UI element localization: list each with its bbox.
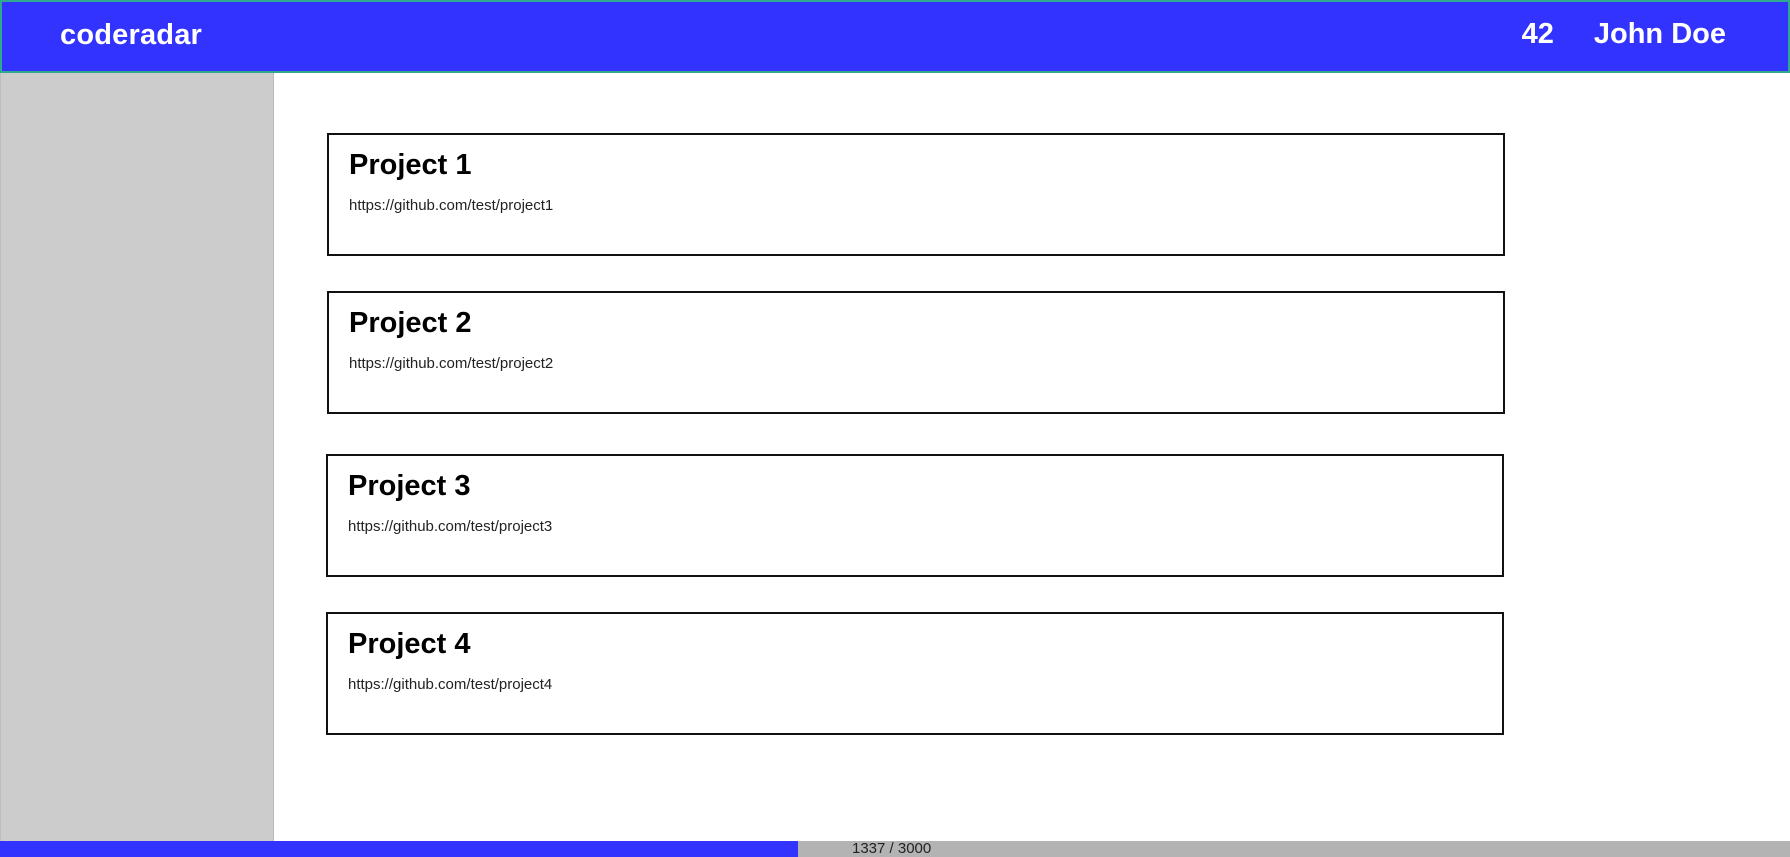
project-url: https://github.com/test/project2 <box>349 355 554 372</box>
project-card[interactable]: Project 4 https://github.com/test/projec… <box>326 612 1504 735</box>
project-name: Project 4 <box>348 628 471 660</box>
progress-bar: 1337 / 3000 <box>0 841 1790 857</box>
project-card[interactable]: Project 3 https://github.com/test/projec… <box>326 454 1504 577</box>
project-list: Project 1 https://github.com/test/projec… <box>274 73 1790 841</box>
project-name: Project 2 <box>349 307 472 339</box>
sidebar <box>0 73 274 841</box>
project-url: https://github.com/test/project3 <box>348 518 553 535</box>
progress-bar-fill <box>0 841 798 857</box>
points-counter: 42 <box>1521 18 1554 50</box>
brand-logo[interactable]: coderadar <box>60 19 202 52</box>
project-card[interactable]: Project 2 https://github.com/test/projec… <box>327 291 1505 414</box>
project-name: Project 3 <box>348 470 471 502</box>
progress-label: 1337 / 3000 <box>852 840 932 857</box>
top-app-bar: coderadar 42 John Doe <box>0 0 1790 73</box>
app-root: coderadar 42 John Doe Project 1 https://… <box>0 0 1790 857</box>
project-name: Project 1 <box>349 149 472 181</box>
project-url: https://github.com/test/project4 <box>348 676 553 693</box>
project-card[interactable]: Project 1 https://github.com/test/projec… <box>327 133 1505 256</box>
header-user-area: 42 John Doe <box>1522 18 1726 51</box>
user-name[interactable]: John Doe <box>1594 18 1726 51</box>
project-url: https://github.com/test/project1 <box>349 197 554 214</box>
